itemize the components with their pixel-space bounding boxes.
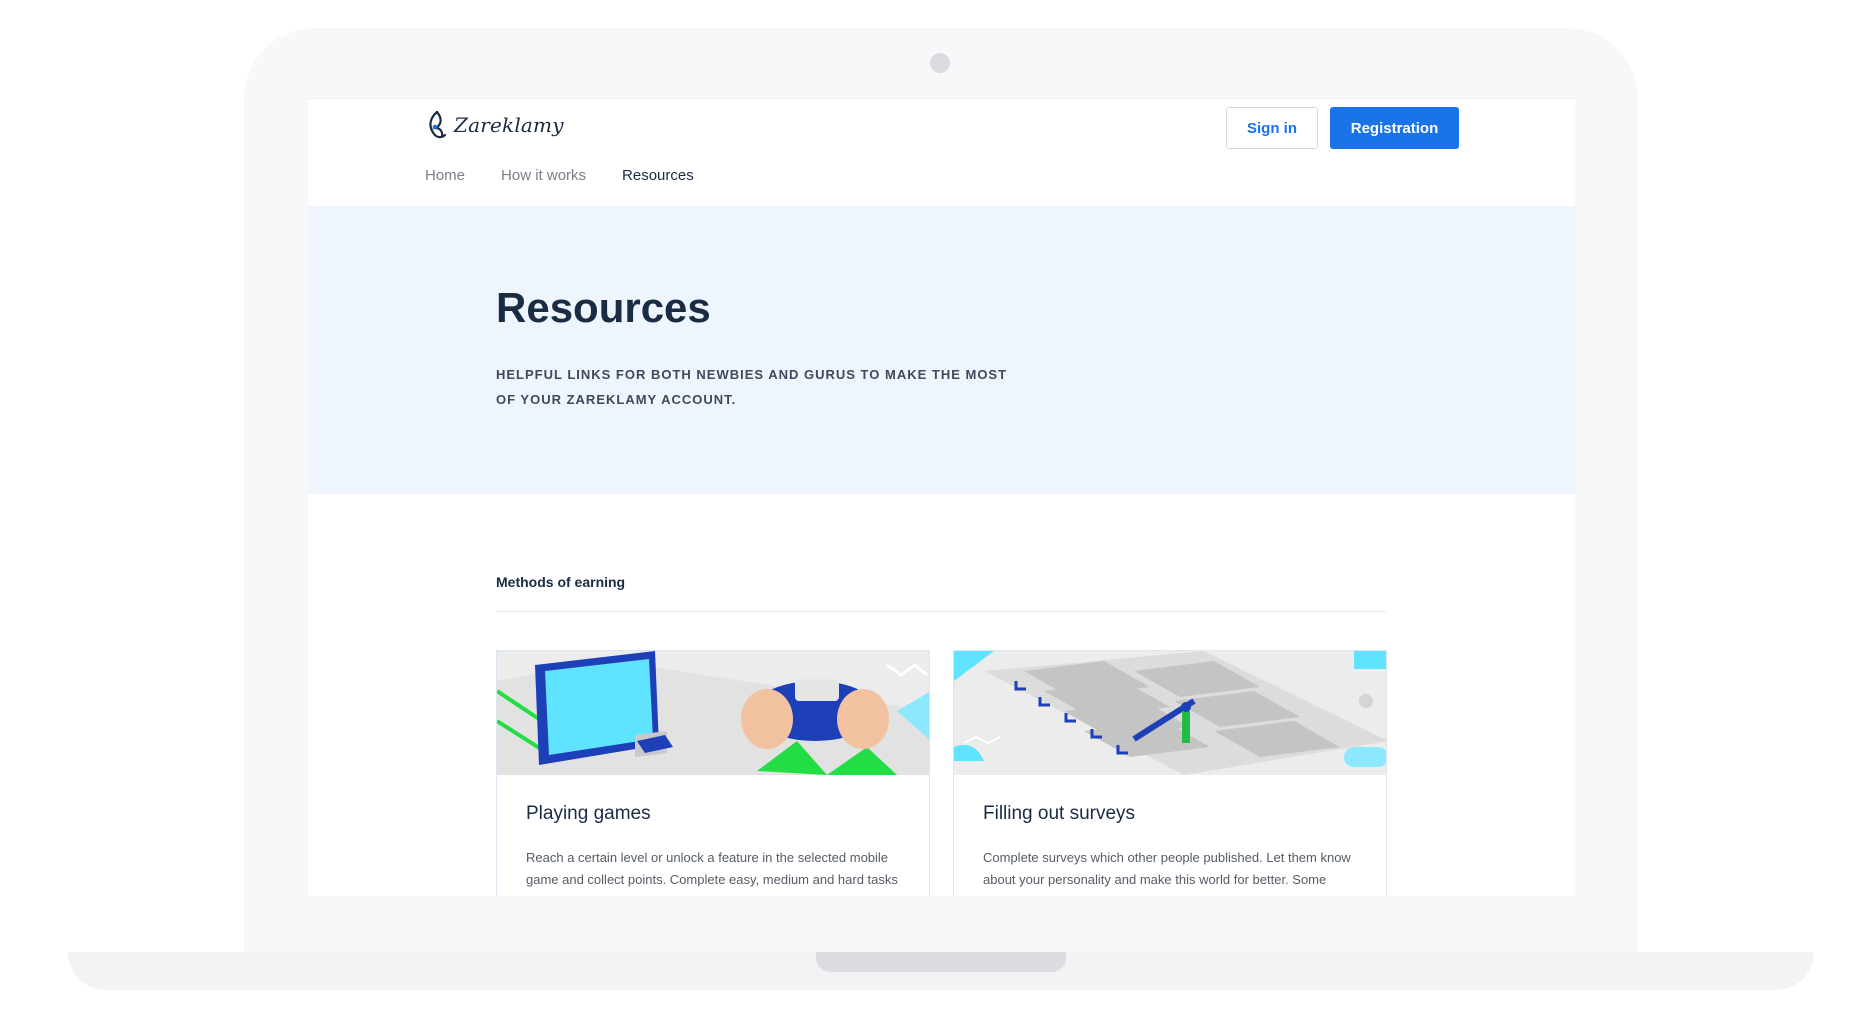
section-divider: [496, 611, 1386, 612]
laptop-base-notch: [816, 952, 1066, 972]
page-subtitle: Helpful links for both newbies and gurus…: [496, 367, 1008, 407]
registration-button[interactable]: Registration: [1330, 107, 1459, 149]
card-title: Playing games: [526, 803, 651, 824]
nav-item-how-it-works[interactable]: How it works: [501, 167, 586, 184]
nav-item-resources[interactable]: Resources: [622, 167, 694, 184]
camera-icon: [930, 53, 950, 73]
nav-item-home[interactable]: Home: [425, 167, 465, 184]
hero-banner: Resources Helpful links for both newbies…: [308, 206, 1575, 494]
card-title: Filling out surveys: [983, 803, 1136, 824]
signin-button[interactable]: Sign in: [1226, 107, 1318, 149]
main-nav: Home How it works Resources: [425, 167, 694, 184]
card-description: Reach a certain level or unlock a featur…: [526, 850, 898, 896]
card-description: Complete surveys which other people publ…: [983, 850, 1351, 896]
card-playing-games[interactable]: Playing games Reach a certain level or u…: [496, 650, 930, 896]
zareklamy-logo-icon: [429, 110, 447, 139]
card-filling-surveys[interactable]: Filling out surveys Complete surveys whi…: [953, 650, 1387, 896]
brand-name: Zareklamy: [454, 113, 564, 137]
gaming-illustration: [497, 651, 929, 775]
brand-logo[interactable]: Zareklamy: [426, 110, 564, 140]
browser-screen: Zareklamy Sign in Registration Home How …: [308, 98, 1575, 896]
screen-divider: [308, 98, 1575, 99]
survey-illustration: [954, 651, 1386, 775]
page-title: Resources: [496, 284, 711, 331]
section-title: Methods of earning: [496, 574, 626, 590]
